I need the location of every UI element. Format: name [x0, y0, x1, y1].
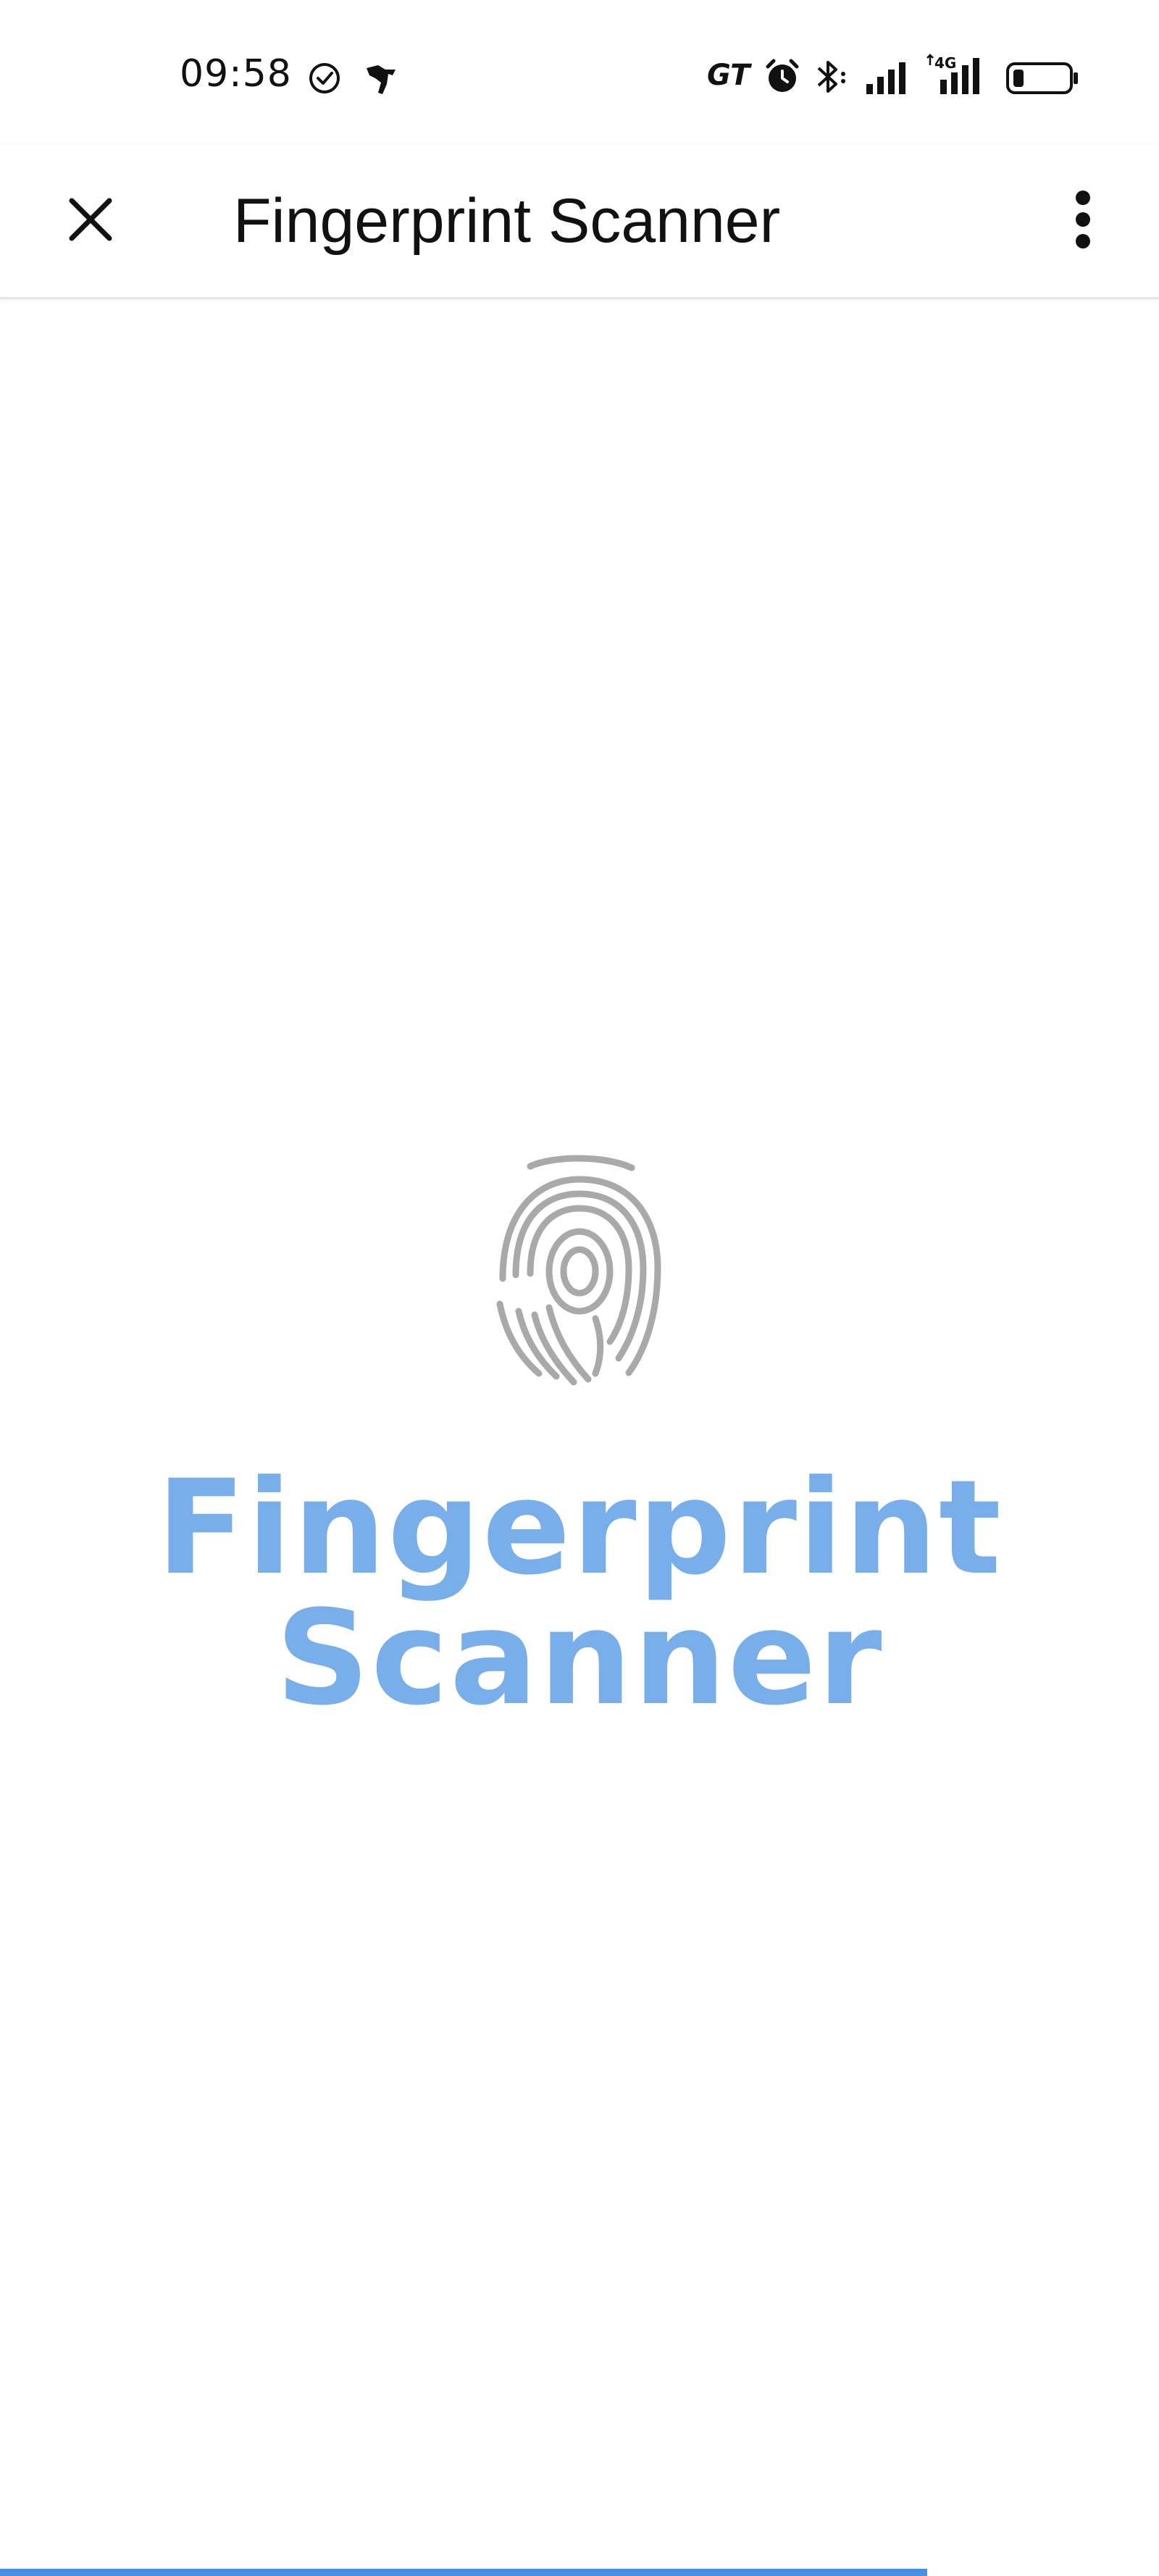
notification-runner-icon [361, 58, 401, 102]
close-icon [64, 193, 117, 249]
carrier-badge: GT [707, 59, 750, 92]
page-title: Fingerprint Scanner [233, 186, 781, 256]
bluetooth-icon [814, 57, 853, 101]
more-options-button[interactable] [1036, 174, 1130, 268]
network-label: 4G [934, 54, 956, 72]
close-button[interactable] [43, 174, 138, 268]
alarm-icon [763, 58, 801, 99]
signal-4g-icon: 4G [924, 54, 994, 99]
battery-icon [1005, 61, 1081, 99]
signal-icon [865, 61, 911, 99]
splash-title-line2: Scanner [275, 1583, 884, 1734]
check-circle-icon [307, 61, 342, 99]
app-bar: Fingerprint Scanner [0, 145, 1159, 299]
splash-title-line1: Fingerprint [156, 1452, 1003, 1604]
fingerprint-icon [487, 1152, 672, 1391]
more-vert-icon [1072, 189, 1094, 254]
loading-progress-fill [0, 2569, 927, 2576]
loading-progress-bar [0, 2569, 1159, 2576]
status-time: 09:58 [180, 52, 292, 96]
splash-screen: Fingerprint Scanner [0, 299, 1159, 2545]
status-bar: 09:58 GT 4G [0, 0, 1159, 145]
